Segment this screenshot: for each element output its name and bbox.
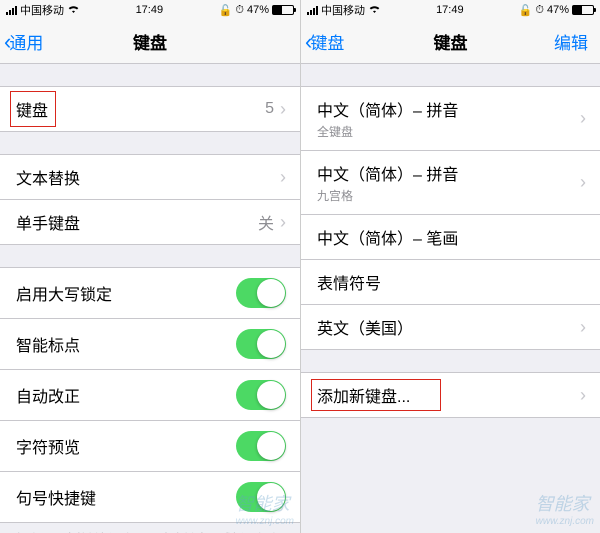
cell-label: 表情符号 [317,270,381,294]
lock-icon: 🔓 [219,4,233,17]
chevron-right-icon: › [580,317,586,338]
text-replacement-row[interactable]: 文本替换 › [0,154,300,200]
page-title: 键盘 [133,29,167,54]
char-preview-toggle[interactable] [236,431,286,461]
cell-label: 单手键盘 [16,210,80,234]
cell-sublabel: 全键盘 [317,123,458,140]
right-screenshot: 中国移动 17:49 🔓 ⏱ 47% ‹ 键盘 键盘 编辑 中文（简体）– 拼音… [300,0,600,533]
auto-correct-row: 自动改正 [0,370,300,421]
alarm-icon: ⏱ [235,4,244,17]
keyboard-item[interactable]: 中文（简体）– 拼音 全键盘 › [301,86,600,151]
keyboard-item[interactable]: 中文（简体）– 拼音 九宫格 › [301,151,600,215]
clock: 17:49 [136,4,164,16]
cell-label: 中文（简体）– 笔画 [317,225,458,249]
signal-icon [6,5,17,15]
keyboard-item[interactable]: 中文（简体）– 笔画 [301,215,600,260]
back-button[interactable]: ‹ 键盘 [305,29,344,55]
cell-label: 句号快捷键 [16,485,96,509]
chevron-right-icon: › [280,99,286,120]
auto-correct-toggle[interactable] [236,380,286,410]
battery-pct: 47% [247,4,269,16]
cell-label: 自动改正 [16,383,80,407]
char-preview-row: 字符预览 [0,421,300,472]
chevron-right-icon: › [280,167,286,188]
status-bar: 中国移动 17:49 🔓 ⏱ 47% [0,0,300,20]
nav-bar: ‹ 通用 键盘 [0,20,300,64]
carrier-label: 中国移动 [321,2,365,18]
edit-button[interactable]: 编辑 [554,29,588,54]
cell-label: 智能标点 [16,332,80,356]
clock: 17:49 [436,4,464,16]
keyboards-row[interactable]: 键盘 5 › [0,86,300,132]
chevron-right-icon: › [280,212,286,233]
wifi-icon [368,3,381,17]
nav-bar: ‹ 键盘 键盘 编辑 [301,20,600,64]
back-button[interactable]: ‹ 通用 [4,29,43,55]
cell-value: 5 [265,100,274,118]
caps-lock-toggle[interactable] [236,278,286,308]
period-shortcut-toggle[interactable] [236,482,286,512]
smart-punct-toggle[interactable] [236,329,286,359]
cell-label: 中文（简体）– 拼音 [317,161,458,185]
cell-label: 文本替换 [16,165,80,189]
back-label: 键盘 [310,29,344,54]
cell-label: 字符预览 [16,434,80,458]
lock-icon: 🔓 [519,4,533,17]
status-bar: 中国移动 17:49 🔓 ⏱ 47% [301,0,600,20]
keyboard-item[interactable]: 英文（美国） › [301,305,600,350]
signal-icon [307,5,318,15]
cell-label: 启用大写锁定 [16,281,112,305]
watermark: 智能家www.znj.com [536,490,594,527]
alarm-icon: ⏱ [535,4,544,17]
battery-pct: 47% [547,4,569,16]
battery-icon [572,5,594,15]
one-hand-keyboard-row[interactable]: 单手键盘 关 › [0,200,300,245]
keyboard-item[interactable]: 表情符号 [301,260,600,305]
chevron-right-icon: › [580,108,586,129]
cell-label: 键盘 [16,97,48,121]
smart-punct-row: 智能标点 [0,319,300,370]
carrier-label: 中国移动 [20,2,64,18]
period-shortcut-row: 句号快捷键 [0,472,300,523]
battery-icon [272,5,294,15]
left-screenshot: 中国移动 17:49 🔓 ⏱ 47% ‹ 通用 键盘 键盘 5 › [0,0,300,533]
add-keyboard-row[interactable]: 添加新键盘... › [301,372,600,418]
cell-label: 英文（美国） [317,315,413,339]
footer-note: 轻点两下空格键插入句号（中文键盘）或插入句点与空格（其他键盘） [0,523,300,533]
chevron-right-icon: › [580,385,586,406]
chevron-right-icon: › [580,172,586,193]
cell-label: 中文（简体）– 拼音 [317,97,458,121]
cell-value: 关 [258,210,274,234]
caps-lock-row: 启用大写锁定 [0,267,300,319]
cell-label: 添加新键盘... [317,383,410,407]
page-title: 键盘 [434,29,468,54]
back-label: 通用 [9,29,43,54]
wifi-icon [67,3,80,17]
cell-sublabel: 九宫格 [317,187,458,204]
